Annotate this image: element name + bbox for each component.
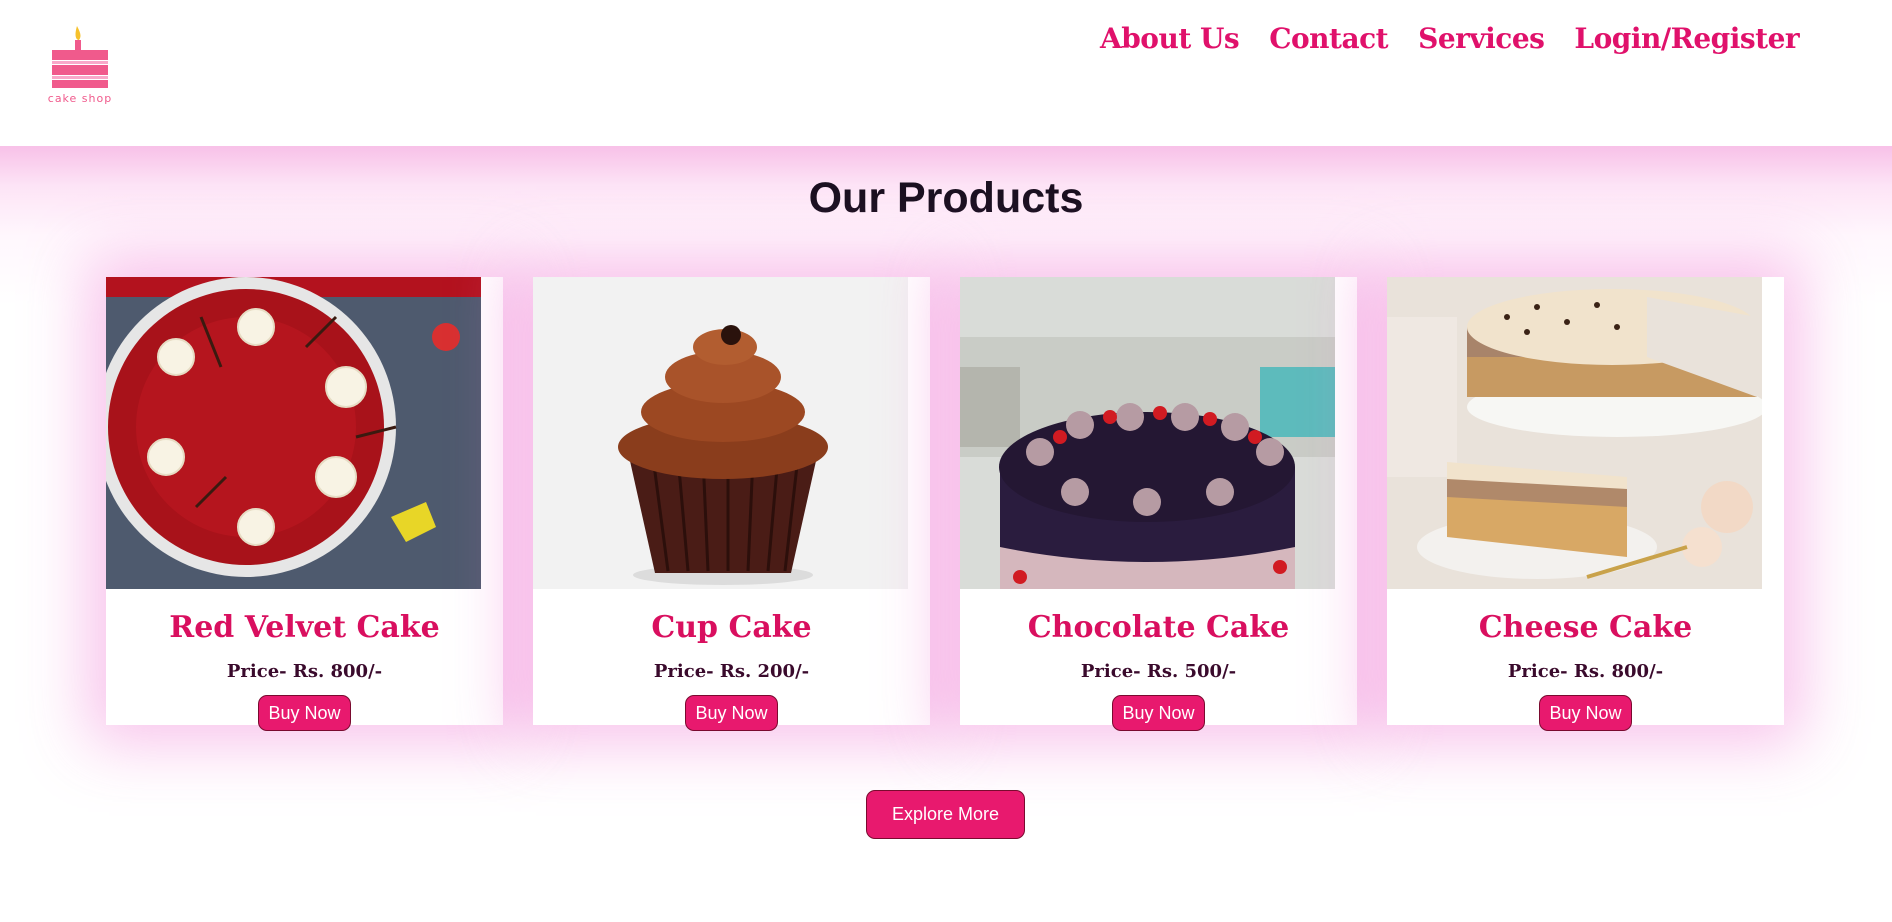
product-name: Cheese Cake (1478, 610, 1693, 645)
nav-contact[interactable]: Contact (1269, 22, 1388, 55)
nav-login-register[interactable]: Login/Register (1574, 22, 1799, 55)
explore-more-button[interactable]: Explore More (866, 790, 1025, 839)
product-cards: Red Velvet Cake Price- Rs. 800/- Buy Now (106, 277, 1784, 731)
buy-now-button[interactable]: Buy Now (685, 695, 778, 731)
cake-shop-logo[interactable]: cake shop (44, 24, 116, 110)
buy-now-button[interactable]: Buy Now (1112, 695, 1205, 731)
site-header: cake shop About Us Contact Services Logi… (0, 0, 1892, 146)
product-name: Red Velvet Cake (169, 610, 440, 645)
product-price: Price- Rs. 800/- (1507, 661, 1664, 682)
product-card: Cheese Cake Price- Rs. 800/- Buy Now (1387, 277, 1784, 731)
chocolate-cake-image[interactable] (960, 277, 1335, 589)
cake-logo-icon (52, 26, 108, 88)
product-price: Price- Rs. 800/- (226, 661, 383, 682)
logo-text: cake shop (47, 92, 113, 105)
cupcake-image[interactable] (533, 277, 908, 589)
cheese-cake-image[interactable] (1387, 277, 1762, 589)
main-nav: About Us Contact Services Login/Register (1100, 22, 1800, 55)
buy-now-button[interactable]: Buy Now (1539, 695, 1632, 731)
product-card: Cup Cake Price- Rs. 200/- Buy Now (533, 277, 930, 731)
buy-now-button[interactable]: Buy Now (258, 695, 351, 731)
product-name: Chocolate Cake (1027, 610, 1290, 645)
product-price: Price- Rs. 200/- (653, 661, 810, 682)
section-title: Our Products (808, 174, 1084, 222)
products-section: Our Products Red Velvet Cake Price- Rs. … (0, 146, 1892, 922)
red-velvet-cake-image[interactable] (106, 277, 481, 589)
product-price: Price- Rs. 500/- (1080, 661, 1237, 682)
nav-about-us[interactable]: About Us (1100, 22, 1240, 55)
product-name: Cup Cake (651, 610, 812, 645)
product-card: Red Velvet Cake Price- Rs. 800/- Buy Now (106, 277, 503, 731)
product-card: Chocolate Cake Price- Rs. 500/- Buy Now (960, 277, 1357, 731)
nav-services[interactable]: Services (1418, 22, 1545, 55)
